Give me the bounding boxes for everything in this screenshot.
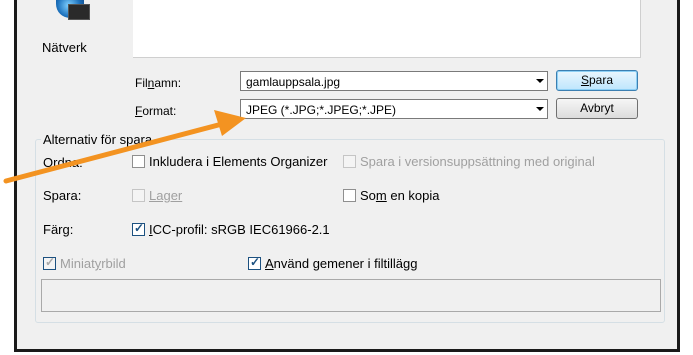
filename-value: gamlauppsala.jpg <box>246 75 341 89</box>
format-select[interactable]: JPEG (*.JPG;*.JPEG;*.JPE) <box>240 99 548 119</box>
format-value: JPEG (*.JPG;*.JPEG;*.JPE) <box>246 103 397 117</box>
chevron-down-icon[interactable] <box>536 79 544 83</box>
cancel-button[interactable]: Avbryt <box>556 98 638 119</box>
format-label: Format: <box>135 104 177 118</box>
network-screen-icon <box>68 4 90 20</box>
layers-label: Lager <box>149 188 183 203</box>
as-copy-checkbox[interactable] <box>343 189 356 202</box>
color-row-label: Färg: <box>43 222 74 237</box>
icc-profile-label: ICC-profil: sRGB IEC61966-2.1 <box>149 222 330 237</box>
as-copy-label: Som en kopia <box>360 188 440 203</box>
info-panel <box>41 279 661 312</box>
save-button[interactable]: Spara <box>556 70 638 91</box>
filename-label: Filnamn: <box>135 76 182 90</box>
thumbnail-label: Miniatyrbild <box>60 256 126 271</box>
icc-profile-checkbox[interactable] <box>132 221 145 236</box>
version-set-checkbox[interactable] <box>343 155 356 168</box>
network-label[interactable]: Nätverk <box>42 40 87 55</box>
lowercase-extension-label: Använd gemener i filtillägg <box>265 256 418 271</box>
lowercase-extension-checkbox[interactable] <box>248 255 261 270</box>
file-list[interactable] <box>133 0 641 58</box>
layers-checkbox[interactable] <box>132 189 145 202</box>
save-options-legend: Alternativ för spara <box>41 132 155 147</box>
filename-input[interactable]: gamlauppsala.jpg <box>240 71 548 91</box>
thumbnail-checkbox[interactable] <box>43 255 56 270</box>
chevron-down-icon[interactable] <box>536 107 544 111</box>
save-dialog: Nätverk Filnamn: gamlauppsala.jpg Format… <box>14 0 680 352</box>
include-organizer-checkbox[interactable] <box>132 155 145 168</box>
organize-row-label: Ordna: <box>43 155 83 170</box>
navigation-pane: Nätverk <box>20 0 120 58</box>
version-set-label: Spara i versionsuppsättning med original <box>360 154 595 169</box>
right-frame <box>680 0 693 355</box>
include-organizer-label: Inkludera i Elements Organizer <box>149 154 328 169</box>
save-row-label: Spara: <box>43 188 82 203</box>
